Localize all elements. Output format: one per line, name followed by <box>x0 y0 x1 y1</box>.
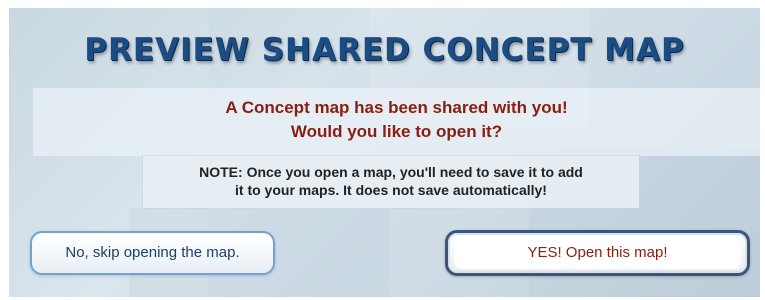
skip-opening-button[interactable]: No, skip opening the map. <box>30 231 275 275</box>
share-preview-dialog: PREVIEW SHARED CONCEPT MAP A Concept map… <box>9 8 760 297</box>
dialog-title: PREVIEW SHARED CONCEPT MAP <box>84 32 685 68</box>
dialog-message: A Concept map has been shared with you! … <box>33 96 760 144</box>
skip-opening-button-label: No, skip opening the map. <box>65 244 240 261</box>
note-line: NOTE: Once you open a map, you'll need t… <box>199 164 583 180</box>
message-line: Would you like to open it? <box>290 122 503 141</box>
open-map-button-label: YES! Open this map! <box>527 244 668 261</box>
note-box: NOTE: Once you open a map, you'll need t… <box>143 156 639 208</box>
open-map-button[interactable]: YES! Open this map! <box>445 230 750 276</box>
open-map-button-face[interactable]: YES! Open this map! <box>454 237 741 269</box>
note-line: it to your maps. It does not save automa… <box>235 182 547 198</box>
note-text: NOTE: Once you open a map, you'll need t… <box>143 163 639 199</box>
message-line: A Concept map has been shared with you! <box>225 98 568 117</box>
message-panel: A Concept map has been shared with you! … <box>33 88 760 156</box>
